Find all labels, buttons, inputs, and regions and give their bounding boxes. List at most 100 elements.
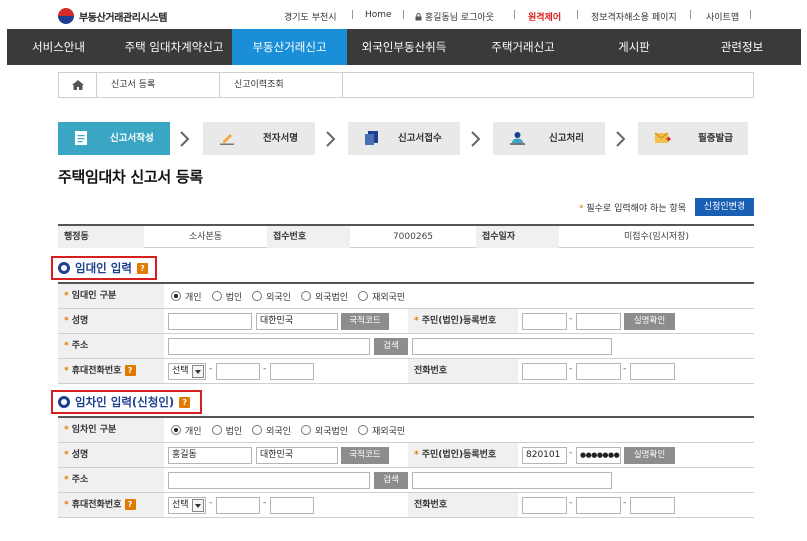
help-icon[interactable]: ? [136, 262, 148, 274]
landlord-nationality-input[interactable]: 대한민국 [256, 313, 338, 330]
nationality-code-button[interactable]: 국적코드 [341, 313, 389, 330]
radio-individual[interactable]: 개인 [171, 290, 202, 303]
landlord-mobile-mid-input[interactable] [216, 363, 260, 380]
landlord-rrn-label-text: 주민(법인)등록번호 [421, 316, 497, 326]
tenant-section-title: 임차인 입력(신청인) [75, 395, 175, 409]
tenant-mobile-label: * 휴대전화번호 ? [58, 493, 164, 517]
circle-bullet-icon [58, 262, 70, 274]
applicant-change-button[interactable]: 신청인변경 [695, 198, 754, 216]
radio-dot [358, 291, 369, 301]
landlord-section-head: 임대인 입력 ? [51, 256, 157, 280]
nav-housing-transaction[interactable]: 주택거래신고 [461, 29, 585, 65]
tenant-rrn-label-text: 주민(법인)등록번호 [421, 450, 497, 460]
radio-foreigner[interactable]: 외국인 [252, 424, 291, 437]
logout-link[interactable]: 홍길동님 로그아웃 [415, 10, 494, 23]
nav-board[interactable]: 게시판 [585, 29, 683, 65]
landlord-phone-area-input[interactable] [522, 363, 567, 380]
nav-service-info[interactable]: 서비스안내 [7, 29, 110, 65]
required-star-icon: * [64, 450, 69, 460]
step-submit: 신고서접수 [348, 122, 460, 155]
landlord-phone-last-input[interactable] [630, 363, 675, 380]
tenant-phone-last-input[interactable] [630, 497, 675, 514]
nationality-code-button[interactable]: 국적코드 [341, 447, 389, 464]
radio-dot [211, 425, 222, 435]
divider [750, 10, 751, 19]
crumb-history[interactable]: 신고이력조회 [220, 73, 343, 97]
tenant-phone-mid-input[interactable] [576, 497, 621, 514]
tenant-name-label: * 성명 [58, 443, 164, 467]
nav-lease-report[interactable]: 주택 임대차계약신고 [110, 29, 238, 65]
radio-individual[interactable]: 개인 [171, 424, 202, 437]
chevron-right-icon [616, 131, 626, 147]
tenant-rrn-back-input[interactable]: ●●●●●●● [576, 447, 621, 464]
remote-control-link[interactable]: 원격제어 [528, 10, 561, 23]
tenant-address-detail-input[interactable] [412, 472, 612, 489]
landlord-rrn-front-input[interactable] [522, 313, 567, 330]
required-star-icon: * [64, 475, 69, 485]
nav-real-estate-report[interactable]: 부동산거래신고 [232, 29, 347, 65]
landlord-name-input[interactable] [168, 313, 252, 330]
landlord-phone-mid-input[interactable] [576, 363, 621, 380]
tenant-name-input[interactable]: 홍길동 [168, 447, 252, 464]
nav-foreigner-acquisition[interactable]: 외국인부동산취득 [347, 29, 461, 65]
landlord-mobile-last-input[interactable] [270, 363, 314, 380]
radio-overseas-korean[interactable]: 재외국민 [358, 424, 405, 437]
radio-dot [171, 425, 181, 435]
radio-corporation[interactable]: 법인 [211, 424, 242, 437]
help-icon[interactable]: ? [124, 365, 136, 376]
landlord-rrn-back-input[interactable] [576, 313, 621, 330]
crumb-register[interactable]: 신고서 등록 [97, 73, 220, 97]
top-utility-bar: 부동산거래관리시스템 경기도 부천시 Home 홍길동님 로그아웃 원격제어 정… [0, 0, 807, 29]
address-search-button[interactable]: 검색 [374, 472, 408, 489]
radio-corporation[interactable]: 법인 [211, 290, 242, 303]
nav-related-info[interactable]: 관련정보 [683, 29, 801, 65]
landlord-form: * 임대인 구분 개인 법인 외국인 외국법인 재외국민 * 성명 대한민국 국적코… [58, 282, 754, 384]
radio-foreign-corporation[interactable]: 외국법인 [300, 290, 348, 303]
info-table: 행정동 소사본동 접수번호 7000265 접수일자 미접수(임시저장) [58, 224, 754, 248]
document-icon [75, 131, 87, 145]
real-name-verify-button[interactable]: 실명확인 [624, 313, 675, 330]
dash: - [569, 364, 573, 374]
radio-foreigner[interactable]: 외국인 [252, 290, 291, 303]
dash: - [569, 498, 573, 508]
landlord-address-input[interactable] [168, 338, 370, 355]
tenant-mobile-prefix-select[interactable]: 선택 [168, 497, 206, 514]
address-search-button[interactable]: 검색 [374, 338, 408, 355]
chevron-right-icon [471, 131, 481, 147]
chevron-down-icon [192, 365, 204, 378]
landlord-address-detail-input[interactable] [412, 338, 612, 355]
landlord-mobile-prefix-select[interactable]: 선택 [168, 363, 206, 380]
landlord-type-radios: 개인 법인 외국인 외국법인 재외국민 [171, 284, 405, 308]
tenant-type-label: * 임차인 구분 [58, 418, 164, 442]
tenant-mobile-last-input[interactable] [270, 497, 314, 514]
radio-label: 개인 [185, 426, 202, 437]
privacy-page-link[interactable]: 정보격자해소용 페이지 [591, 10, 677, 23]
step-process: 신고처리 [493, 122, 605, 155]
radio-overseas-korean[interactable]: 재외국민 [358, 290, 405, 303]
tenant-phone-area-input[interactable] [522, 497, 567, 514]
tenant-mobile-mid-input[interactable] [216, 497, 260, 514]
tenant-name-row: * 성명 홍길동 대한민국 국적코드 * 주민(법인)등록번호 820101 - ●… [58, 443, 754, 468]
landlord-phone-label: 전화번호 [408, 359, 518, 383]
tenant-address-input[interactable] [168, 472, 370, 489]
step-certificate: 필증발급 [638, 122, 748, 155]
tenant-rrn-front-input[interactable]: 820101 [522, 447, 567, 464]
tenant-form: * 임차인 구분 개인 법인 외국인 외국법인 재외국민 * 성명 홍길동 대한민국… [58, 416, 754, 518]
site-logo[interactable]: 부동산거래관리시스템 [58, 8, 167, 24]
help-icon[interactable]: ? [124, 499, 136, 510]
home-crumb[interactable] [59, 73, 97, 97]
radio-label: 외국법인 [314, 426, 349, 437]
home-link[interactable]: Home [365, 10, 392, 20]
tenant-nationality-input[interactable]: 대한민국 [256, 447, 338, 464]
step-write: 신고서작성 [58, 122, 170, 155]
receipt-no-value: 7000265 [392, 232, 434, 242]
sitemap-link[interactable]: 사이트맵 [706, 10, 739, 23]
required-note: * 필수로 입력해야 하는 항목 [579, 201, 686, 214]
tenant-type-row: * 임차인 구분 개인 법인 외국인 외국법인 재외국민 [58, 418, 754, 443]
help-icon[interactable]: ? [179, 396, 191, 408]
step-label: 신고처리 [549, 133, 584, 144]
radio-dot [300, 425, 311, 435]
real-name-verify-button[interactable]: 실명확인 [624, 447, 675, 464]
radio-foreign-corporation[interactable]: 외국법인 [300, 424, 349, 437]
landlord-name-label-text: 성명 [71, 316, 89, 326]
